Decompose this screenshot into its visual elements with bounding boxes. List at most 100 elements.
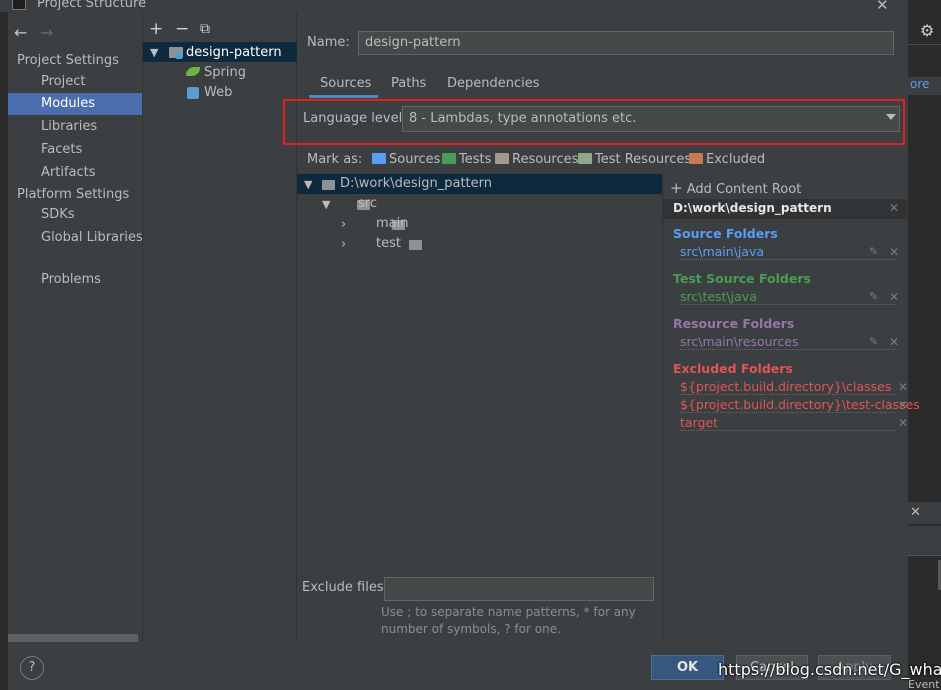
mark-tests-button[interactable]: Tests [442,152,491,167]
ide-left-edge [0,0,8,690]
back-arrow-icon[interactable]: ← [14,23,27,42]
excluded-folders-header: Excluded Folders [673,361,793,376]
mark-resources-label: Resources [512,152,579,167]
test-source-folder-path: src\test\java [680,289,895,305]
mark-excluded-label: Excluded [706,152,766,167]
language-level-label: Language level: [303,111,407,126]
pencil-icon[interactable]: ✎ [869,335,878,348]
content-tree [297,172,662,574]
close-icon[interactable]: ✕ [898,416,908,430]
platform-settings-header: Platform Settings [17,187,130,202]
test-source-folders-header: Test Source Folders [673,271,811,286]
chevron-right-icon[interactable]: › [341,217,346,232]
close-icon[interactable]: ✕ [898,398,908,412]
name-label: Name: [307,35,350,50]
facet-spring[interactable]: Spring [204,65,246,80]
nav-item-sdks[interactable]: SDKs [8,204,142,226]
nav-item-facets[interactable]: Facets [8,139,142,161]
watermark: https://blog.csdn.net/G_whang [718,660,941,679]
add-icon[interactable]: + [149,19,163,39]
add-icon: + [670,179,683,197]
tab-sources[interactable]: Sources [320,76,371,91]
exclude-hint: number of symbols, ? for one. [381,622,561,636]
exclude-files-label: Exclude files: [302,580,389,595]
module-tree-pane [142,12,297,642]
module-design-pattern[interactable]: design-pattern [186,45,282,60]
close-icon[interactable]: ✕ [889,290,899,304]
test-resource-folder-icon [578,153,592,164]
nav-item-libraries[interactable]: Libraries [8,116,142,138]
main-node[interactable]: main [376,216,408,231]
close-icon[interactable]: ✕ [910,505,921,520]
language-level-select[interactable]: 8 - Lambdas, type annotations etc. [402,106,900,132]
mark-resources-button[interactable]: Resources [495,152,578,167]
tab-paths[interactable]: Paths [391,76,426,91]
source-folder-path: src\main\java [680,244,895,260]
app-icon [12,0,26,10]
ok-button[interactable]: OK [651,655,724,680]
project-settings-header: Project Settings [17,53,119,68]
help-button[interactable]: ? [20,656,44,680]
exclude-files-input[interactable] [384,577,654,601]
event-log-label[interactable]: Event Log [908,678,941,690]
source-folders-header: Source Folders [673,226,778,241]
pencil-icon[interactable]: ✎ [869,245,878,258]
add-content-root-button[interactable]: + Add Content Root [670,179,801,197]
mark-sources-label: Sources [389,152,441,167]
nav-item-modules[interactable]: Modules [8,93,142,115]
mark-as-label: Mark as: [307,152,363,167]
dropdown-arrow-icon[interactable] [886,114,896,120]
resource-folder-path: src\main\resources [680,334,895,350]
more-link[interactable]: ore [908,77,941,95]
close-icon[interactable]: ✕ [889,201,899,215]
folder-icon [409,240,423,250]
mark-excluded-button[interactable]: Excluded [689,152,765,167]
nav-scrollbar[interactable] [8,634,138,642]
module-name-input[interactable]: design-pattern [358,31,894,55]
exclude-hint: Use ; to separate name patterns, * for a… [381,605,636,619]
source-folder-icon [372,153,386,164]
nav-item-global-libraries[interactable]: Global Libraries [8,227,143,249]
chevron-down-icon[interactable]: ▼ [150,46,158,59]
web-facet-icon [187,87,199,99]
add-content-root-label: Add Content Root [686,182,802,197]
gear-icon[interactable]: ⚙ [920,21,934,40]
tool-toolbar [908,526,941,556]
window-close-button[interactable]: ✕ [876,0,889,14]
remove-icon[interactable]: − [175,19,189,39]
tab-dependencies[interactable]: Dependencies [447,76,540,91]
resource-folder-icon [495,153,509,164]
test-folder-icon [442,153,456,164]
resource-folders-header: Resource Folders [673,316,795,331]
test-node[interactable]: test [376,236,401,251]
content-root-path: D:\work\design_pattern [673,201,832,215]
excluded-folder-path: ${project.build.directory}\test-classes [680,397,920,413]
nav-item-project[interactable]: Project [8,71,142,93]
chevron-right-icon[interactable]: › [341,237,346,252]
close-icon[interactable]: ✕ [889,335,899,349]
module-badge-icon [176,53,182,59]
chevron-down-icon[interactable]: ▼ [322,198,330,211]
content-root-node[interactable]: D:\work\design_pattern [340,176,492,191]
src-node[interactable]: src [358,196,377,211]
excluded-folder-path: target [680,415,895,431]
facet-web[interactable]: Web [204,85,232,100]
mark-test-resources-button[interactable]: Test Resources [578,152,691,167]
chevron-down-icon[interactable]: ▼ [304,178,312,191]
ide-right-edge: ⚙ ore ✕ Event Log [908,0,941,690]
mark-tests-label: Tests [459,152,492,167]
mark-sources-button[interactable]: Sources [372,152,440,167]
pencil-icon[interactable]: ✎ [869,290,878,303]
forward-arrow-icon[interactable]: → [40,23,53,42]
close-icon[interactable]: ✕ [898,380,908,394]
active-tab-indicator [309,95,378,98]
excluded-folder-icon [689,153,703,164]
nav-item-artifacts[interactable]: Artifacts [8,162,142,184]
mark-test-resources-label: Test Resources [595,152,692,167]
copy-icon[interactable]: ⧉ [200,21,210,37]
window-title: Project Structure [37,0,147,11]
divider [908,44,941,45]
folder-icon [322,180,335,190]
nav-item-problems[interactable]: Problems [8,269,142,291]
close-icon[interactable]: ✕ [889,245,899,259]
